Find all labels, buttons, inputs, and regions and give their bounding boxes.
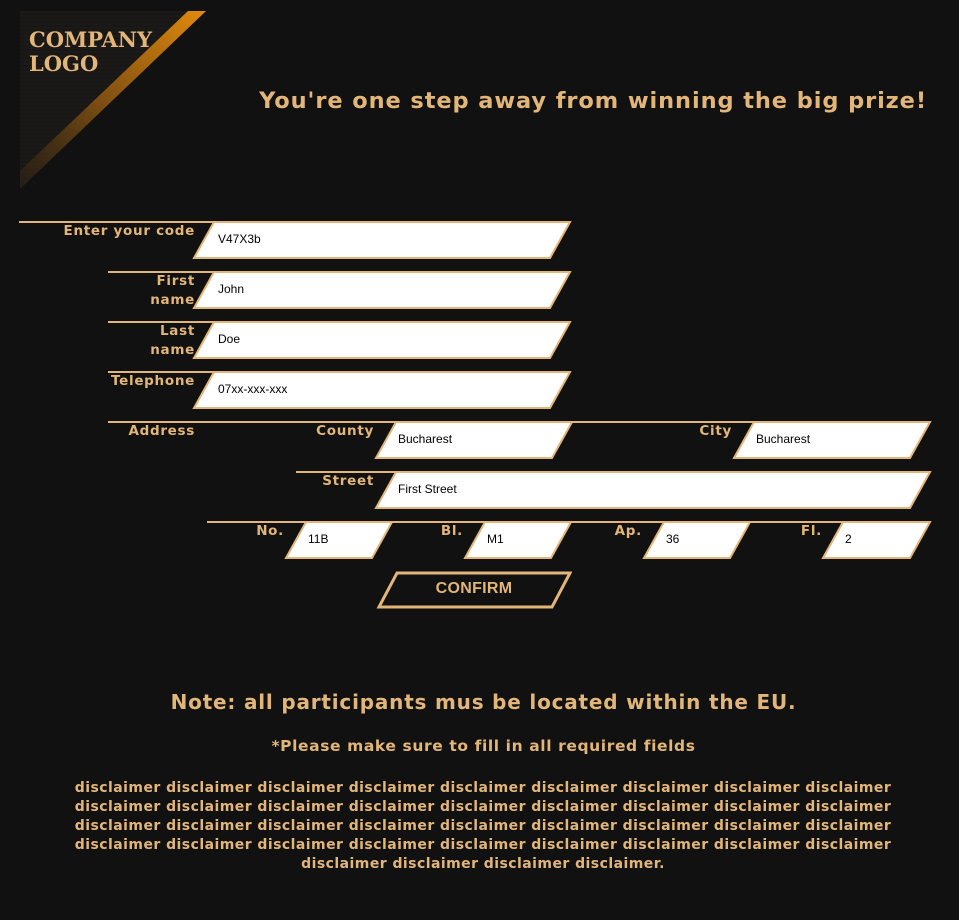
- code-field[interactable]: [192, 221, 572, 259]
- city-input[interactable]: [756, 429, 906, 449]
- disclaimer-text: disclaimer disclaimer disclaimer disclai…: [74, 780, 892, 872]
- last-name-field[interactable]: [192, 321, 572, 359]
- first-name-field[interactable]: [192, 271, 572, 309]
- confirm-button[interactable]: CONFIRM: [376, 571, 572, 609]
- logo-text: COMPANY LOGO: [29, 27, 152, 76]
- block-field[interactable]: [463, 521, 573, 559]
- street-input[interactable]: [398, 479, 898, 499]
- city-field[interactable]: [732, 421, 932, 459]
- page-headline: You're one step away from winning the bi…: [259, 88, 927, 114]
- code-input[interactable]: [218, 229, 538, 249]
- street-field[interactable]: [374, 471, 932, 509]
- street-label: Street: [322, 473, 374, 489]
- number-label: No.: [256, 523, 284, 539]
- confirm-button-label: CONFIRM: [435, 580, 513, 597]
- block-label: Bl.: [440, 523, 463, 539]
- required-fields-note: *Please make sure to fill in all require…: [271, 737, 696, 755]
- county-label: County: [316, 423, 374, 439]
- telephone-input[interactable]: [218, 379, 538, 399]
- telephone-label: Telephone: [111, 373, 195, 389]
- address-label: Address: [128, 423, 195, 439]
- floor-input[interactable]: [845, 529, 905, 549]
- company-logo: COMPANY LOGO: [20, 11, 206, 189]
- county-input[interactable]: [398, 429, 548, 449]
- apartment-label: Ap.: [614, 523, 642, 539]
- city-label: City: [699, 423, 732, 439]
- first-name-input[interactable]: [218, 279, 538, 299]
- floor-field[interactable]: [821, 521, 932, 559]
- number-field[interactable]: [284, 521, 394, 559]
- county-field[interactable]: [374, 421, 574, 459]
- block-input[interactable]: [487, 529, 547, 549]
- last-name-input[interactable]: [218, 329, 538, 349]
- number-input[interactable]: [308, 529, 368, 549]
- first-name-label: First name: [150, 273, 195, 308]
- eu-note: Note: all participants mus be located wi…: [170, 690, 797, 714]
- apartment-input[interactable]: [666, 529, 726, 549]
- telephone-field[interactable]: [192, 371, 572, 409]
- floor-label: Fl.: [800, 523, 822, 539]
- apartment-field[interactable]: [642, 521, 752, 559]
- last-name-label: Last name: [150, 323, 195, 358]
- code-label: Enter your code: [63, 223, 195, 239]
